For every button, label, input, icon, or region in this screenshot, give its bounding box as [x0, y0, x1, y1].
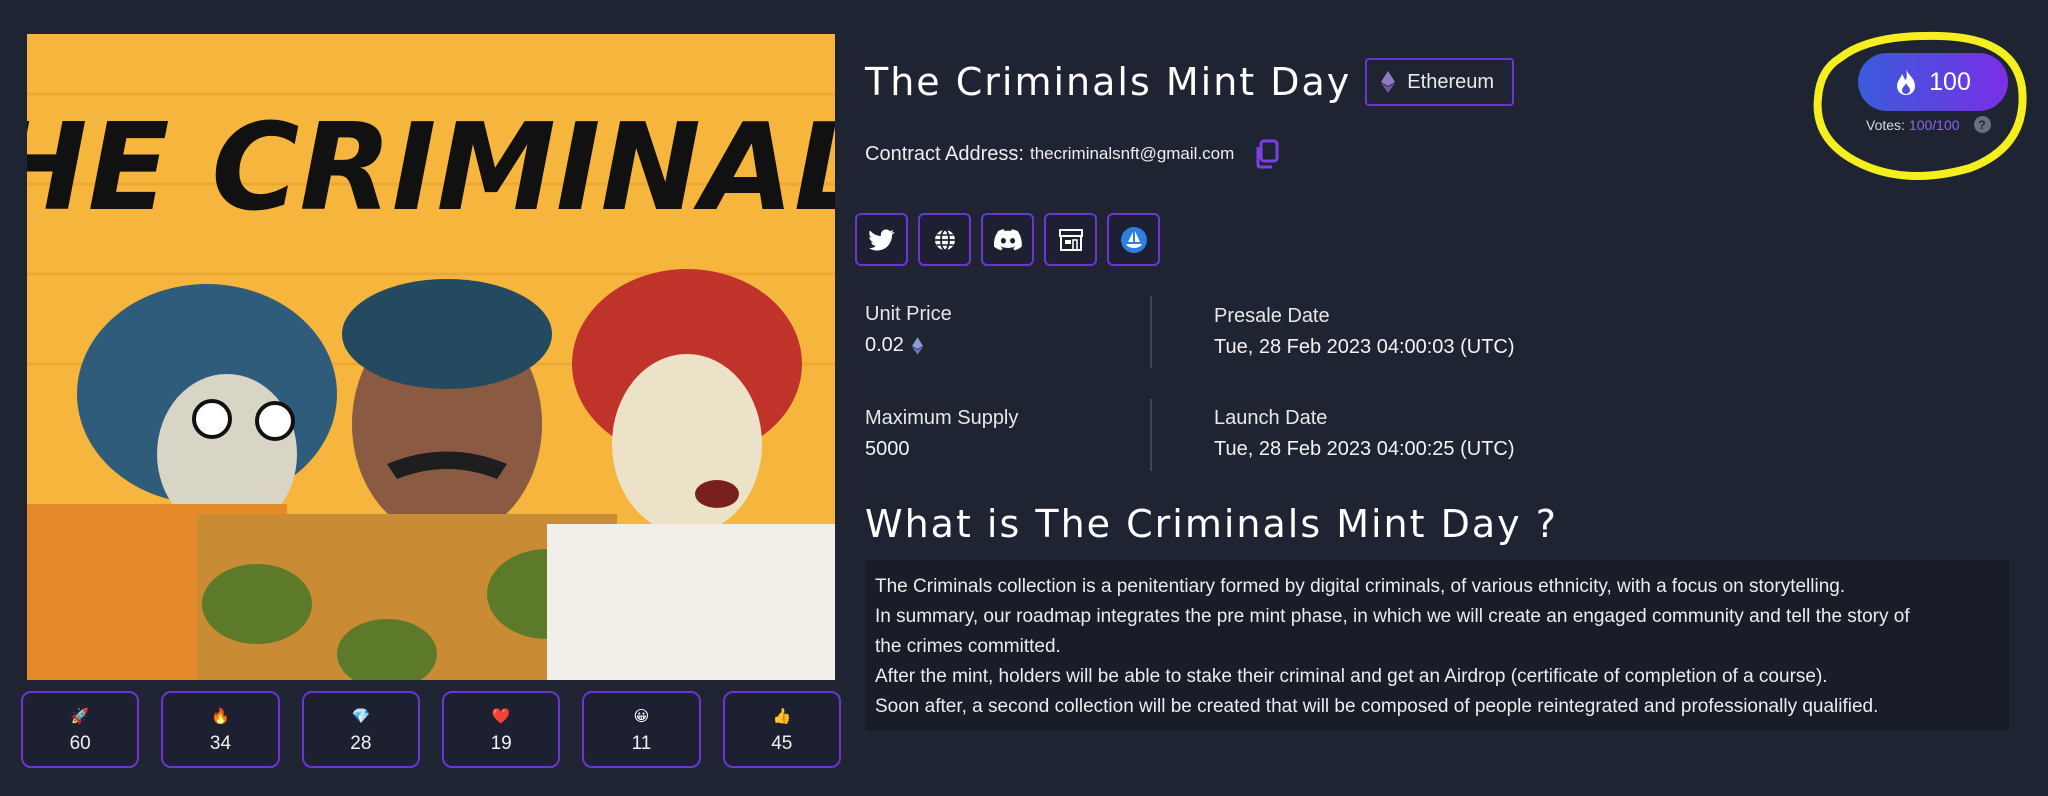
presale-date-label: Presale Date [1214, 305, 1330, 327]
votes-label: Votes: [1866, 116, 1905, 133]
launch-date-label: Launch Date [1214, 407, 1328, 429]
vote-count: 100 [1929, 67, 1971, 96]
vote-widget: 100 Votes: 100/100 ? [1810, 28, 2030, 180]
opensea-link[interactable] [1107, 213, 1160, 266]
copy-icon[interactable] [1254, 139, 1280, 169]
reaction-diamond-button[interactable]: 💎 28 [301, 691, 420, 768]
contract-value: thecriminalsnft@gmail.com [1029, 144, 1235, 163]
title-row: The Criminals Mint Day Ethereum [865, 58, 1515, 106]
presale-date-value: Tue, 28 Feb 2023 04:00:03 (UTC) [1214, 336, 1515, 358]
social-links [855, 213, 1160, 266]
chain-badge[interactable]: Ethereum [1365, 58, 1515, 106]
contract-address: Contract Address: thecriminalsnft@gmail.… [865, 139, 1280, 169]
contract-label: Contract Address: [865, 142, 1024, 165]
flame-icon [1897, 69, 1916, 95]
reaction-fire-button[interactable]: 🔥 34 [161, 691, 280, 768]
unit-price-label: Unit Price [865, 303, 952, 325]
votes-summary: Votes: 100/100 ? [1866, 116, 1991, 133]
discord-icon [993, 228, 1022, 250]
globe-icon [934, 228, 955, 251]
description-line: The Criminals collection is a penitentia… [875, 576, 1846, 597]
stats-divider [1150, 399, 1152, 471]
opensea-icon [1120, 226, 1147, 253]
diamond-icon: 💎 [351, 707, 371, 725]
maximum-supply: Maximum Supply 5000 [865, 407, 1018, 461]
reaction-count: 19 [490, 732, 512, 754]
page-title: The Criminals Mint Day [865, 60, 1352, 104]
artwork-logo-text: THE CRIMINALS [27, 99, 835, 238]
reaction-count: 34 [209, 732, 232, 754]
stats-divider [1150, 296, 1152, 368]
project-stats: Unit Price 0.02 Presale Date Tue, 28 Feb… [865, 296, 1645, 472]
reaction-count: 28 [350, 732, 372, 754]
reaction-rocket-button[interactable]: 🚀 60 [21, 691, 140, 768]
description-line: the crimes committed. [875, 636, 1061, 657]
description-line: In summary, our roadmap integrates the p… [875, 606, 1910, 627]
presale-date: Presale Date Tue, 28 Feb 2023 04:00:03 (… [1214, 305, 1515, 359]
marketplace-icon [1058, 228, 1083, 251]
unit-price-value: 0.02 [865, 334, 904, 356]
marketplace-link[interactable] [1044, 213, 1097, 266]
help-icon[interactable]: ? [1973, 116, 1991, 133]
reaction-count: 45 [771, 732, 793, 754]
unit-price-value-row: 0.02 [865, 334, 952, 357]
smiley-icon: 😀 [633, 707, 650, 725]
reaction-heart-button[interactable]: ❤️ 19 [441, 691, 561, 768]
ethereum-icon [911, 336, 923, 355]
launch-date: Launch Date Tue, 28 Feb 2023 04:00:25 (U… [1214, 407, 1515, 461]
maximum-supply-value: 5000 [865, 438, 910, 460]
reaction-bar: 🚀 60 🔥 34 💎 28 ❤️ 19 😀 11 👍 45 [21, 691, 841, 768]
discord-link[interactable] [981, 213, 1034, 266]
unit-price: Unit Price 0.02 [865, 303, 952, 357]
website-link[interactable] [918, 213, 971, 266]
about-description: The Criminals collection is a penitentia… [865, 560, 2009, 730]
heart-icon: ❤️ [491, 707, 511, 725]
votes-value: 100/100 [1908, 116, 1960, 133]
about-heading: What is The Criminals Mint Day ? [865, 502, 1558, 546]
ethereum-icon [1381, 71, 1396, 93]
collection-artwork: THE CRIMINALS [27, 34, 835, 680]
launch-date-value: Tue, 28 Feb 2023 04:00:25 (UTC) [1214, 438, 1515, 460]
description-line: Soon after, a second collection will be … [875, 696, 1879, 717]
reaction-thumbs-up-button[interactable]: 👍 45 [722, 691, 841, 768]
maximum-supply-label: Maximum Supply [865, 407, 1019, 429]
description-line: After the mint, holders will be able to … [875, 666, 1828, 687]
rocket-icon: 🚀 [70, 707, 90, 725]
upvote-button[interactable]: 100 [1858, 53, 2008, 111]
twitter-link[interactable] [855, 213, 908, 266]
reaction-count: 11 [631, 732, 652, 754]
thumbs-up-icon: 👍 [772, 707, 792, 725]
reaction-smiley-button[interactable]: 😀 11 [582, 691, 701, 768]
fire-icon: 🔥 [211, 707, 230, 725]
chain-label: Ethereum [1407, 70, 1495, 93]
twitter-icon [868, 229, 895, 250]
reaction-count: 60 [69, 732, 91, 754]
